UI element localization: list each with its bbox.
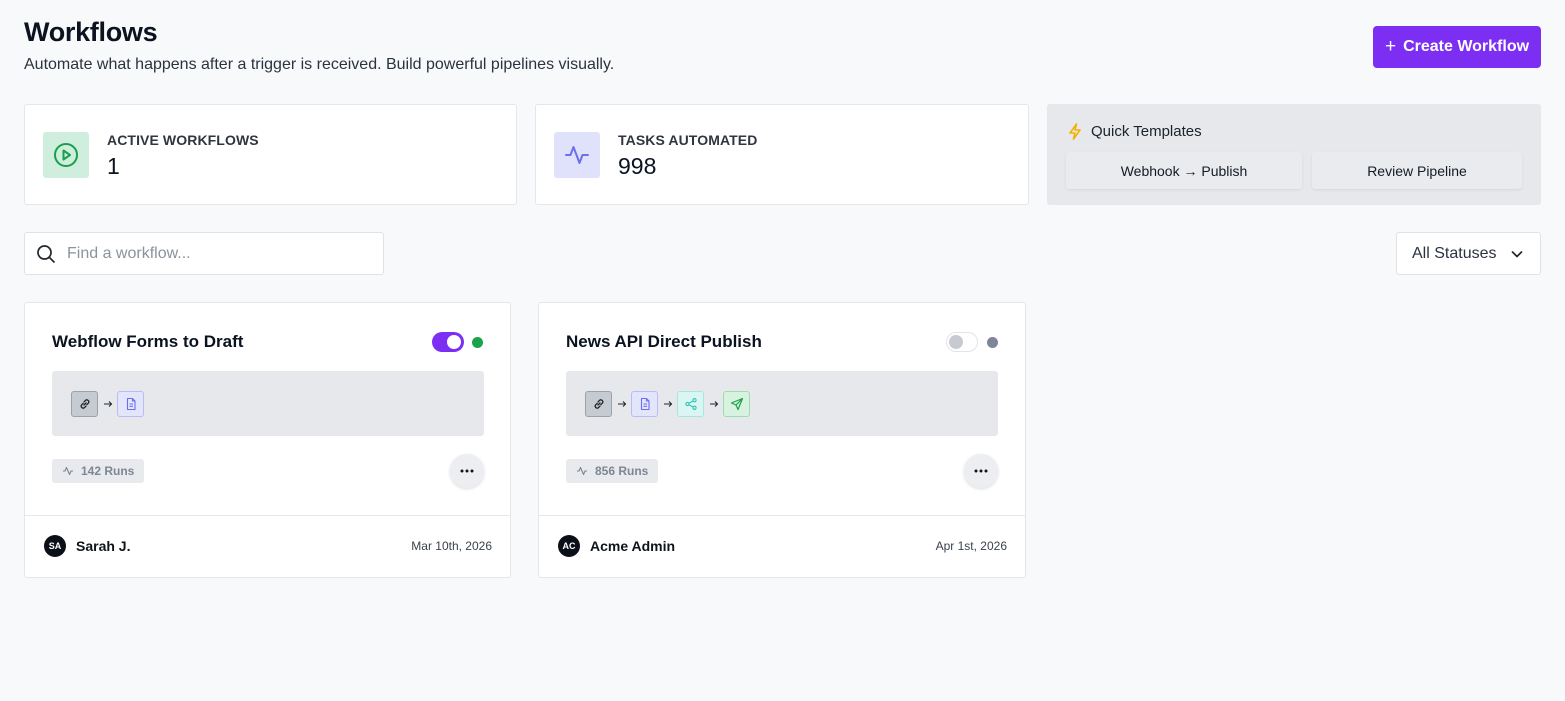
- toggle-knob: [447, 335, 461, 349]
- status-dot-active: [472, 337, 483, 348]
- stat-value: 998: [618, 153, 657, 179]
- link-icon: [71, 390, 98, 417]
- template-webhook-publish-button[interactable]: Webhook → Publish: [1066, 152, 1302, 189]
- arrow-right-icon: [704, 400, 723, 408]
- link-icon: [585, 390, 612, 417]
- workflow-title: News API Direct Publish: [566, 332, 762, 351]
- share-icon: [677, 390, 704, 417]
- template-review-pipeline-button[interactable]: Review Pipeline: [1312, 152, 1522, 189]
- stat-label: ACTIVE WORKFLOWS: [107, 132, 259, 148]
- workflow-enabled-toggle[interactable]: [432, 332, 464, 352]
- arrow-right-icon: [612, 400, 631, 408]
- create-workflow-label: Create Workflow: [1403, 38, 1530, 55]
- workflow-pipeline: [566, 371, 998, 436]
- arrow-right-icon: [658, 400, 677, 408]
- document-icon: [631, 390, 658, 417]
- workflow-owner: SA Sarah J.: [44, 535, 130, 557]
- avatar: AC: [558, 535, 580, 557]
- activity-icon: [63, 466, 73, 476]
- toggle-knob: [949, 335, 963, 349]
- workflow-title: Webflow Forms to Draft: [52, 332, 244, 351]
- more-options-button[interactable]: [450, 454, 484, 488]
- chevron-down-icon: [1511, 250, 1523, 257]
- stat-value: 1: [107, 153, 120, 179]
- runs-count: 856 Runs: [595, 464, 649, 478]
- search-icon: [37, 245, 55, 263]
- search-input[interactable]: [67, 241, 367, 267]
- arrow-right-icon: [98, 400, 117, 408]
- create-workflow-button[interactable]: + Create Workflow: [1373, 26, 1541, 68]
- owner-name: Acme Admin: [590, 538, 676, 554]
- stat-label: TASKS AUTOMATED: [618, 132, 758, 148]
- workflow-enabled-toggle[interactable]: [946, 332, 978, 352]
- workflow-pipeline: [52, 371, 484, 436]
- avatar: SA: [44, 535, 66, 557]
- ellipsis-icon: [460, 469, 474, 473]
- send-icon: [723, 390, 750, 417]
- ellipsis-icon: [974, 469, 988, 473]
- runs-count: 142 Runs: [81, 464, 135, 478]
- stat-card-tasks-automated: TASKS AUTOMATED 998: [535, 104, 1029, 205]
- runs-badge: 142 Runs: [52, 459, 145, 483]
- workflow-owner: AC Acme Admin: [558, 535, 675, 557]
- workflow-date: Apr 1st, 2026: [935, 539, 1007, 553]
- plus-icon: +: [1384, 35, 1397, 57]
- quick-templates-header: Quick Templates: [1067, 123, 1202, 140]
- card-divider: [539, 515, 1025, 516]
- card-divider: [25, 515, 510, 516]
- status-filter-dropdown[interactable]: All Statuses: [1396, 232, 1541, 275]
- runs-badge: 856 Runs: [566, 459, 659, 483]
- status-dot-inactive: [987, 337, 998, 348]
- quick-templates-title: Quick Templates: [1091, 123, 1202, 140]
- search-bar: [24, 232, 384, 275]
- workflow-date: Mar 10th, 2026: [411, 539, 492, 553]
- stat-card-active-workflows: ACTIVE WORKFLOWS 1: [24, 104, 517, 205]
- more-options-button[interactable]: [964, 454, 998, 488]
- activity-icon: [577, 466, 587, 476]
- page-title: Workflows: [24, 17, 158, 47]
- document-icon: [117, 390, 144, 417]
- workflow-card[interactable]: News API Direct Publish 856 Runs AC Acme…: [538, 302, 1026, 578]
- quick-templates-panel: Quick Templates Webhook → Publish Review…: [1047, 104, 1541, 205]
- workflow-card[interactable]: Webflow Forms to Draft 142 Runs SA Sarah…: [24, 302, 511, 578]
- owner-name: Sarah J.: [76, 538, 131, 554]
- page-subtitle: Automate what happens after a trigger is…: [24, 56, 615, 73]
- lightning-icon: [1069, 123, 1081, 140]
- status-filter-value: All Statuses: [1412, 244, 1497, 262]
- activity-icon: [554, 132, 600, 178]
- play-circle-icon: [43, 132, 89, 178]
